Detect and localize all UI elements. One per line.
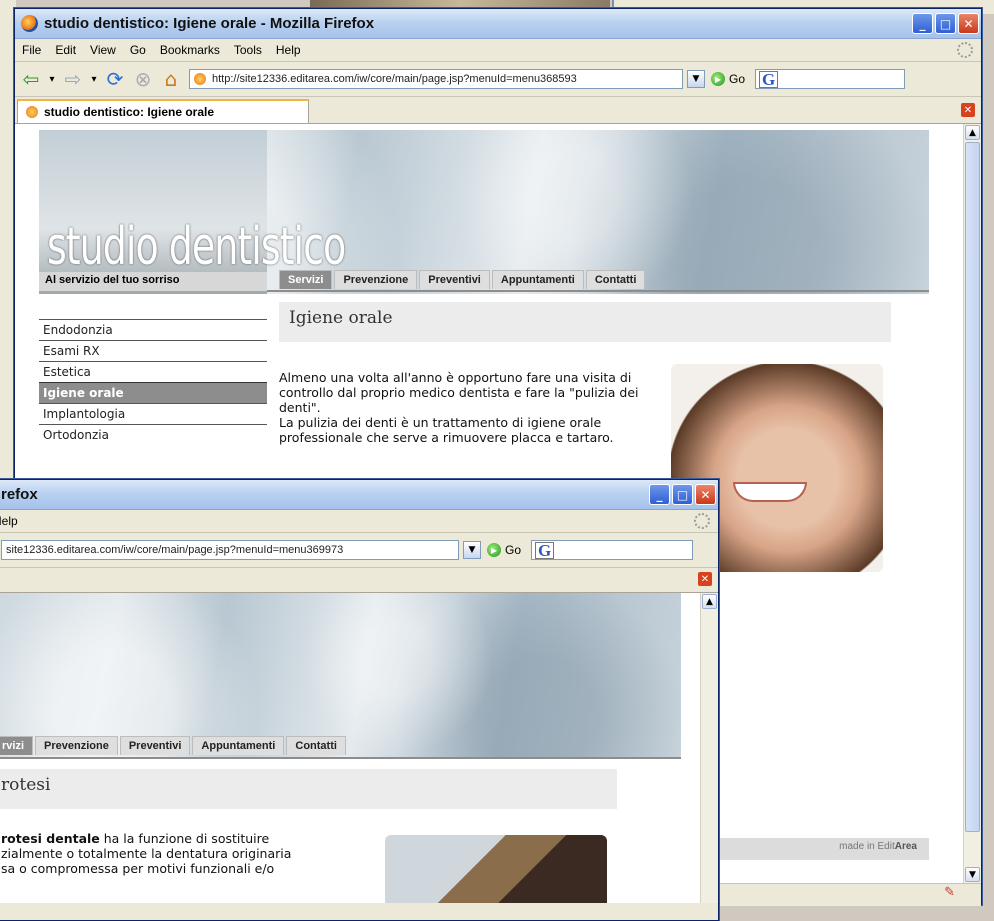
title-bar[interactable]: studio dentistico: Igiene orale - Mozill… [15, 9, 981, 39]
dental-clinic-photo [385, 835, 607, 903]
tab-bar: ✕ [0, 568, 718, 593]
forward-dropdown-icon[interactable]: ▾ [89, 67, 99, 91]
nav-underline [0, 757, 681, 759]
menu-bar: File Edit View Go Bookmarks Tools Help [15, 39, 981, 62]
tab-igiene-orale[interactable]: studio dentistico: Igiene orale [17, 99, 309, 123]
url-dropdown-icon[interactable]: ▼ [463, 541, 481, 559]
page-title: rotesi [0, 769, 617, 809]
home-icon[interactable]: ⌂ [159, 67, 183, 91]
forward-arrow-icon[interactable]: ⇨ [61, 67, 85, 91]
vertical-scrollbar[interactable]: ▲ [700, 593, 718, 903]
menu-help[interactable]: Help [276, 43, 301, 57]
back-arrow-icon[interactable]: ⇦ [19, 67, 43, 91]
scroll-up-icon[interactable]: ▲ [965, 125, 980, 140]
menu-edit[interactable]: Edit [55, 43, 76, 57]
menu-tools[interactable]: Tools [234, 43, 262, 57]
sidebar-item-endodonzia[interactable]: Endodonzia [39, 319, 267, 340]
go-button[interactable]: ▶ Go [711, 72, 745, 86]
nav-servizi[interactable]: Servizi [279, 270, 333, 289]
nav-contatti[interactable]: Contatti [585, 270, 646, 289]
throbber-icon [957, 42, 973, 58]
go-arrow-icon: ▶ [487, 543, 501, 557]
site-logo[interactable]: studio dentistico [47, 217, 346, 276]
header-image [0, 593, 681, 759]
sidebar-item-igiene-orale[interactable]: Igiene orale [39, 382, 267, 403]
address-bar[interactable]: http://site12336.editarea.com/iw/core/ma… [189, 69, 683, 89]
navigation-toolbar: ⇦ ▾ ⇨ ▾ ⟳ ⊗ ⌂ http://site12336.editarea.… [15, 62, 981, 97]
google-icon[interactable]: G [535, 541, 555, 559]
search-box[interactable]: G [531, 540, 694, 560]
nav-appuntamenti[interactable]: Appuntamenti [491, 270, 584, 289]
article-text: Almeno una volta all'anno è opportuno fa… [279, 370, 639, 445]
browser-window-front: refox _ □ ✕ Help site12336.editarea.com/… [0, 479, 719, 921]
site-slogan: Al servizio del tuo sorriso [39, 272, 267, 291]
go-button[interactable]: ▶ Go [487, 543, 521, 557]
scroll-down-icon[interactable]: ▼ [965, 867, 980, 882]
close-tab-button[interactable]: ✕ [698, 572, 712, 586]
url-text: http://site12336.editarea.com/iw/core/ma… [212, 73, 577, 85]
article-bold-term: rotesi dentale [1, 831, 100, 846]
navigation-toolbar: site12336.editarea.com/iw/core/main/page… [0, 533, 718, 568]
scroll-thumb[interactable] [965, 142, 980, 832]
search-box[interactable]: G [755, 69, 906, 89]
maximize-button[interactable]: □ [672, 484, 693, 505]
window-title: refox [1, 486, 38, 503]
status-icon: ✎ [944, 885, 955, 900]
sidebar-item-esami-rx[interactable]: Esami RX [39, 340, 267, 361]
firefox-icon [21, 15, 38, 32]
nav-preventivi[interactable]: Preventivi [419, 270, 490, 289]
window-title: studio dentistico: Igiene orale - Mozill… [44, 15, 375, 32]
nav-preventivi[interactable]: Preventivi [119, 736, 191, 755]
menu-file[interactable]: File [22, 43, 41, 57]
page-title: Igiene orale [279, 302, 891, 342]
stop-icon[interactable]: ⊗ [131, 67, 155, 91]
nav-prevenzione[interactable]: Prevenzione [334, 270, 418, 289]
minimize-button[interactable]: _ [649, 484, 670, 505]
url-dropdown-icon[interactable]: ▼ [687, 70, 705, 88]
nav-appuntamenti[interactable]: Appuntamenti [192, 736, 285, 755]
menu-bookmarks[interactable]: Bookmarks [160, 43, 220, 57]
back-dropdown-icon[interactable]: ▾ [47, 67, 57, 91]
scroll-up-icon[interactable]: ▲ [702, 594, 717, 609]
url-text: site12336.editarea.com/iw/core/main/page… [6, 544, 344, 556]
menu-help[interactable]: Help [0, 514, 18, 528]
teeth [733, 482, 807, 502]
sidebar-menu: Endodonzia Esami RX Estetica Igiene oral… [39, 319, 267, 445]
go-arrow-icon: ▶ [711, 72, 725, 86]
nav-servizi[interactable]: rvizi [0, 736, 34, 755]
site-nav: Servizi Prevenzione Preventivi Appuntame… [279, 270, 647, 289]
sidebar-item-ortodonzia[interactable]: Ortodonzia [39, 424, 267, 445]
sidebar-item-implantologia[interactable]: Implantologia [39, 403, 267, 424]
maximize-button[interactable]: □ [935, 13, 956, 34]
tab-bar: studio dentistico: Igiene orale ✕ [15, 97, 981, 124]
menu-view[interactable]: View [90, 43, 116, 57]
reload-icon[interactable]: ⟳ [103, 67, 127, 91]
site-nav: rvizi Prevenzione Preventivi Appuntament… [0, 736, 348, 755]
menu-go[interactable]: Go [130, 43, 146, 57]
article-text: rotesi dentale ha la funzione di sostitu… [1, 831, 292, 876]
page-content: rvizi Prevenzione Preventivi Appuntament… [0, 593, 718, 903]
url-favicon [194, 73, 206, 85]
close-tab-button[interactable]: ✕ [961, 103, 975, 117]
address-bar[interactable]: site12336.editarea.com/iw/core/main/page… [1, 540, 459, 560]
throbber-icon [694, 513, 710, 529]
close-button[interactable]: ✕ [958, 13, 979, 34]
menu-bar: Help [0, 510, 718, 533]
title-bar[interactable]: refox _ □ ✕ [0, 480, 718, 510]
nav-contatti[interactable]: Contatti [286, 736, 346, 755]
tab-favicon [26, 106, 38, 118]
minimize-button[interactable]: _ [912, 13, 933, 34]
sidebar-item-estetica[interactable]: Estetica [39, 361, 267, 382]
nav-prevenzione[interactable]: Prevenzione [35, 736, 118, 755]
close-button[interactable]: ✕ [695, 484, 716, 505]
nav-underline [267, 290, 929, 292]
google-icon[interactable]: G [759, 70, 779, 88]
vertical-scrollbar[interactable]: ▲ ▼ [963, 124, 981, 883]
